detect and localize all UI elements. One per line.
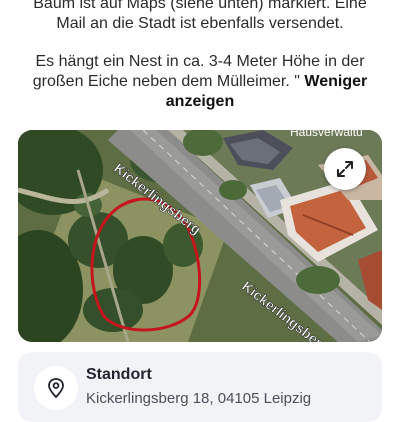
location-pin-icon (48, 378, 64, 398)
poi-label: Hausverwaltu (290, 130, 363, 139)
description-text: großen Eiche neben dem Mülleimer. " (32, 73, 300, 90)
show-less-link-continued[interactable]: anzeigen (166, 93, 234, 110)
map-preview[interactable]: Kickerlingsberg Kickerlingsberg Hausverw… (18, 130, 382, 342)
location-title: Standort (86, 366, 152, 383)
location-address: Kickerlingsberg 18, 04105 Leipzig (86, 390, 312, 407)
description-line: Baum ist auf Maps (siehe unten) markiert… (33, 0, 367, 12)
location-icon-circle (34, 366, 78, 410)
description-line: Mail an die Stadt ist ebenfalls versende… (56, 15, 344, 32)
expand-arrows-icon (337, 161, 353, 177)
report-description: Baum ist auf Maps (siehe unten) markiert… (0, 0, 400, 112)
description-line: Es hängt ein Nest in ca. 3-4 Meter Höhe … (35, 53, 365, 70)
show-less-link[interactable]: Weniger (304, 73, 367, 90)
location-card[interactable]: Standort Kickerlingsberg 18, 04105 Leipz… (18, 352, 382, 422)
description-line: anzeigen (0, 92, 400, 112)
description-line: großen Eiche neben dem Mülleimer. " Weni… (0, 72, 400, 92)
expand-map-button[interactable] (324, 148, 366, 190)
